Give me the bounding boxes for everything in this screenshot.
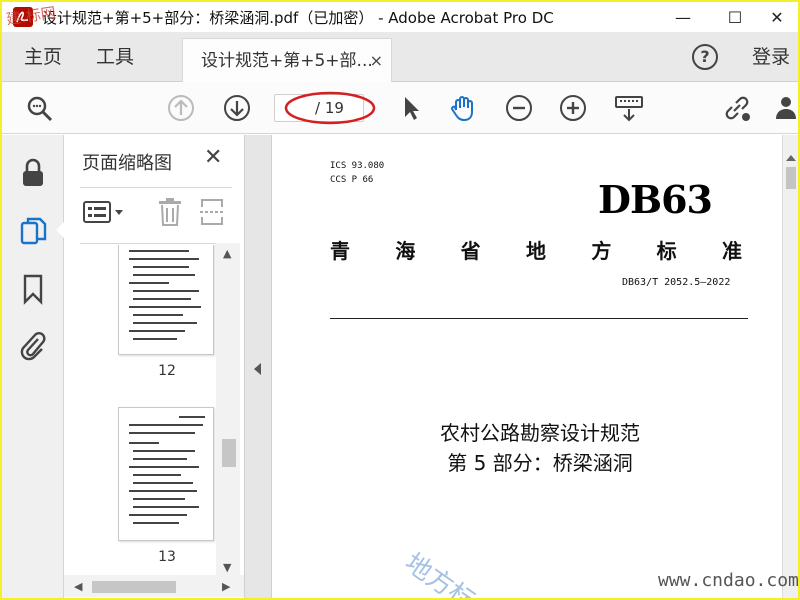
page-thumbnails-icon[interactable] — [18, 215, 48, 247]
thumb-text-line — [129, 424, 203, 426]
attachment-icon[interactable] — [18, 329, 48, 361]
thumbnail-page-12[interactable] — [118, 245, 214, 355]
scroll-right-icon[interactable]: ▶ — [222, 580, 230, 593]
close-tab-icon[interactable]: × — [370, 39, 383, 83]
scrollbar-thumb[interactable] — [92, 581, 176, 593]
thumb-text-line — [133, 322, 197, 324]
standard-title-char: 青 — [330, 239, 350, 263]
thumb-text-line — [133, 458, 187, 460]
standard-number: DB63/T 2052.5—2022 — [622, 277, 731, 288]
main-toolbar: / 19 — [2, 82, 798, 134]
add-user-icon[interactable] — [774, 93, 798, 123]
standard-title: 青 海 省 地 方 标 准 — [330, 235, 742, 264]
panel-divider — [80, 187, 232, 188]
thumb-text-line — [133, 522, 179, 524]
thumb-text-line — [133, 474, 181, 476]
scroll-left-icon[interactable]: ◀ — [74, 580, 82, 593]
db63-logo: DB63 — [598, 177, 713, 222]
standard-title-char: 省 — [460, 239, 481, 263]
title-bar: 设计规范+第+5+部分：桥梁涵洞.pdf（已加密） - Adobe Acroba… — [2, 2, 798, 32]
tab-tools[interactable]: 工具 — [96, 32, 134, 82]
thumb-text-line — [129, 514, 187, 516]
thumb-text-line — [129, 250, 189, 252]
window-title: 设计规范+第+5+部分：桥梁涵洞.pdf（已加密） - Adobe Acroba… — [42, 9, 554, 27]
extract-page-icon[interactable] — [198, 197, 226, 227]
thumb-text-line — [133, 274, 195, 276]
document-title-line2: 第 5 部分：桥梁涵洞 — [447, 451, 633, 475]
share-link-icon[interactable] — [722, 93, 752, 123]
close-window-button[interactable]: ✕ — [754, 2, 798, 32]
hand-tool-icon[interactable] — [448, 93, 478, 123]
ccs-code: CCS P 66 — [330, 175, 374, 185]
thumbnail-page-number: 13 — [158, 549, 176, 565]
header-rule — [330, 318, 748, 319]
thumb-text-line — [133, 506, 199, 508]
site-watermark: www.cndao.com — [658, 570, 798, 591]
next-page-icon[interactable] — [222, 93, 252, 123]
prev-page-icon[interactable] — [166, 93, 196, 123]
thumb-text-line — [129, 466, 199, 468]
close-panel-icon[interactable]: ✕ — [204, 145, 222, 170]
thumbnail-page-number: 12 — [158, 363, 176, 379]
lock-icon[interactable] — [18, 157, 48, 189]
thumbnail-page-13[interactable] — [118, 407, 214, 541]
select-arrow-icon[interactable] — [396, 93, 426, 123]
scroll-down-icon[interactable]: ▼ — [223, 561, 231, 574]
thumb-text-line — [133, 298, 191, 300]
tab-home[interactable]: 主页 — [24, 32, 62, 82]
document-tab-label: 设计规范+第+5+部... — [201, 51, 373, 71]
thumb-text-line — [133, 290, 199, 292]
thumbnail-horizontal-scrollbar[interactable]: ◀ ▶ — [64, 575, 244, 597]
bookmark-icon[interactable] — [18, 273, 48, 305]
tab-bar: 主页 工具 设计规范+第+5+部... × ? 登录 — [2, 32, 798, 82]
standard-title-char: 海 — [395, 239, 416, 263]
annotation-ellipse — [284, 91, 376, 125]
thumb-text-line — [129, 442, 159, 444]
document-vertical-scrollbar[interactable] — [782, 135, 798, 598]
thumb-text-line — [133, 338, 177, 340]
maximize-button[interactable]: ☐ — [712, 2, 758, 32]
standard-title-char: 方 — [591, 239, 612, 263]
thumb-text-line — [133, 482, 193, 484]
scroll-up-icon[interactable] — [786, 155, 796, 161]
left-navigation-rail — [2, 135, 65, 598]
thumb-text-line — [129, 282, 169, 284]
keyboard-icon[interactable] — [614, 93, 644, 123]
thumb-text-line — [133, 314, 183, 316]
page-thumbnails-panel: 页面缩略图 ✕ 12 13 ▲ ▼ ◀ ▶ — [64, 135, 244, 598]
panel-title: 页面缩略图 — [82, 153, 172, 174]
document-title-line1: 农村公路勘察设计规范 — [440, 421, 640, 445]
scroll-up-icon[interactable]: ▲ — [223, 247, 231, 260]
standard-title-char: 地 — [525, 239, 546, 263]
thumb-text-line — [129, 258, 199, 260]
thumb-text-line — [129, 490, 197, 492]
standard-title-char: 标 — [656, 239, 677, 263]
thumb-text-line — [129, 306, 201, 308]
zoom-search-icon[interactable] — [24, 93, 54, 123]
delete-page-icon[interactable] — [156, 197, 184, 227]
ics-code: ICS 93.080 — [330, 161, 385, 171]
tab-document[interactable]: 设计规范+第+5+部... × — [182, 38, 392, 82]
thumb-text-line — [133, 266, 189, 268]
thumbnail-options-icon[interactable] — [82, 197, 128, 227]
login-button[interactable]: 登录 — [752, 32, 790, 82]
scrollbar-thumb[interactable] — [222, 439, 236, 467]
minimize-button[interactable]: — — [660, 2, 706, 32]
panel-divider-2 — [80, 243, 232, 244]
acrobat-window: 设计规范+第+5+部分：桥梁涵洞.pdf（已加密） - Adobe Acroba… — [2, 2, 798, 598]
thumbnail-vertical-scrollbar[interactable]: ▲ ▼ — [216, 243, 240, 579]
document-page: ICS 93.080 CCS P 66 DB63 青 海 省 地 方 标 准 D… — [272, 135, 782, 598]
thumb-text-line — [133, 450, 195, 452]
zoom-out-icon[interactable] — [504, 93, 534, 123]
thumb-text-line — [179, 416, 205, 418]
zoom-in-icon[interactable] — [558, 93, 588, 123]
thumb-text-line — [133, 498, 185, 500]
thumb-text-line — [129, 330, 185, 332]
scrollbar-thumb[interactable] — [786, 167, 796, 189]
panel-collapse-strip[interactable] — [244, 135, 272, 598]
collapse-arrow-icon[interactable] — [254, 363, 261, 375]
thumb-text-line — [129, 432, 195, 434]
help-icon[interactable]: ? — [692, 44, 718, 70]
standard-title-char: 准 — [721, 239, 742, 263]
